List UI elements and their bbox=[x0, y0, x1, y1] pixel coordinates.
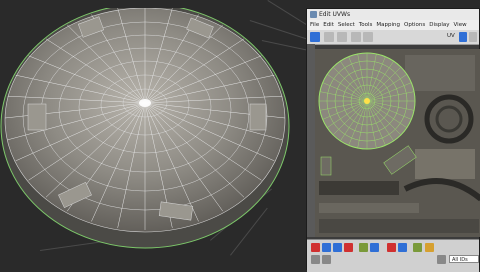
app-icon bbox=[310, 11, 317, 18]
stone-platform-mesh[interactable] bbox=[0, 8, 300, 258]
rotate-tool-icon[interactable] bbox=[324, 32, 334, 42]
menu-options[interactable]: Options bbox=[404, 20, 425, 30]
scale-tool-icon[interactable] bbox=[337, 32, 347, 42]
menu-edit[interactable]: Edit bbox=[323, 20, 334, 30]
uv-center-vertex bbox=[364, 98, 370, 104]
loop-select-icon[interactable] bbox=[387, 243, 396, 252]
material-id-field[interactable]: All IDs bbox=[449, 255, 479, 263]
side-ruler bbox=[307, 44, 315, 237]
menu-select[interactable]: Select bbox=[338, 20, 355, 30]
menu-view[interactable]: View bbox=[454, 20, 467, 30]
lock-icon[interactable] bbox=[311, 255, 320, 264]
menu-display[interactable]: Display bbox=[429, 20, 449, 30]
menu-bar: File Edit Select Tools Mapping Options D… bbox=[307, 20, 479, 30]
vertex-select-icon[interactable] bbox=[311, 243, 320, 252]
uv-toolbar: UV bbox=[307, 30, 479, 45]
hide-icon[interactable] bbox=[322, 255, 331, 264]
soft-select-icon[interactable] bbox=[425, 243, 434, 252]
edge-select-icon[interactable] bbox=[322, 243, 331, 252]
center-highlight bbox=[139, 99, 151, 107]
window-title: Edit UVWs bbox=[319, 11, 351, 18]
filter-icon[interactable] bbox=[437, 255, 446, 264]
mirror-tool-icon[interactable] bbox=[351, 32, 361, 42]
move-tool-icon[interactable] bbox=[310, 32, 320, 42]
shrink-select-icon[interactable] bbox=[370, 243, 379, 252]
element-select-icon[interactable] bbox=[344, 243, 353, 252]
menu-mapping[interactable]: Mapping bbox=[376, 20, 400, 30]
ring-select-icon[interactable] bbox=[398, 243, 407, 252]
face-select-icon[interactable] bbox=[333, 243, 342, 252]
uv-channel-label: UV bbox=[447, 33, 455, 39]
bottom-toolbar: All IDs bbox=[307, 239, 479, 272]
pin-icon[interactable] bbox=[413, 243, 422, 252]
edit-uvws-window[interactable]: Edit UVWs File Edit Select Tools Mapping… bbox=[306, 8, 480, 272]
options-icon[interactable] bbox=[469, 32, 477, 42]
vertex-mode-icon[interactable] bbox=[363, 32, 373, 42]
uv-layout[interactable] bbox=[315, 49, 480, 237]
menu-tools[interactable]: Tools bbox=[359, 20, 373, 30]
grow-select-icon[interactable] bbox=[359, 243, 368, 252]
uv-island-circle[interactable] bbox=[318, 52, 416, 150]
uv-canvas[interactable] bbox=[315, 49, 480, 237]
title-bar[interactable]: Edit UVWs bbox=[307, 9, 479, 20]
checker-icon[interactable] bbox=[459, 32, 467, 42]
menu-file[interactable]: File bbox=[310, 20, 319, 30]
